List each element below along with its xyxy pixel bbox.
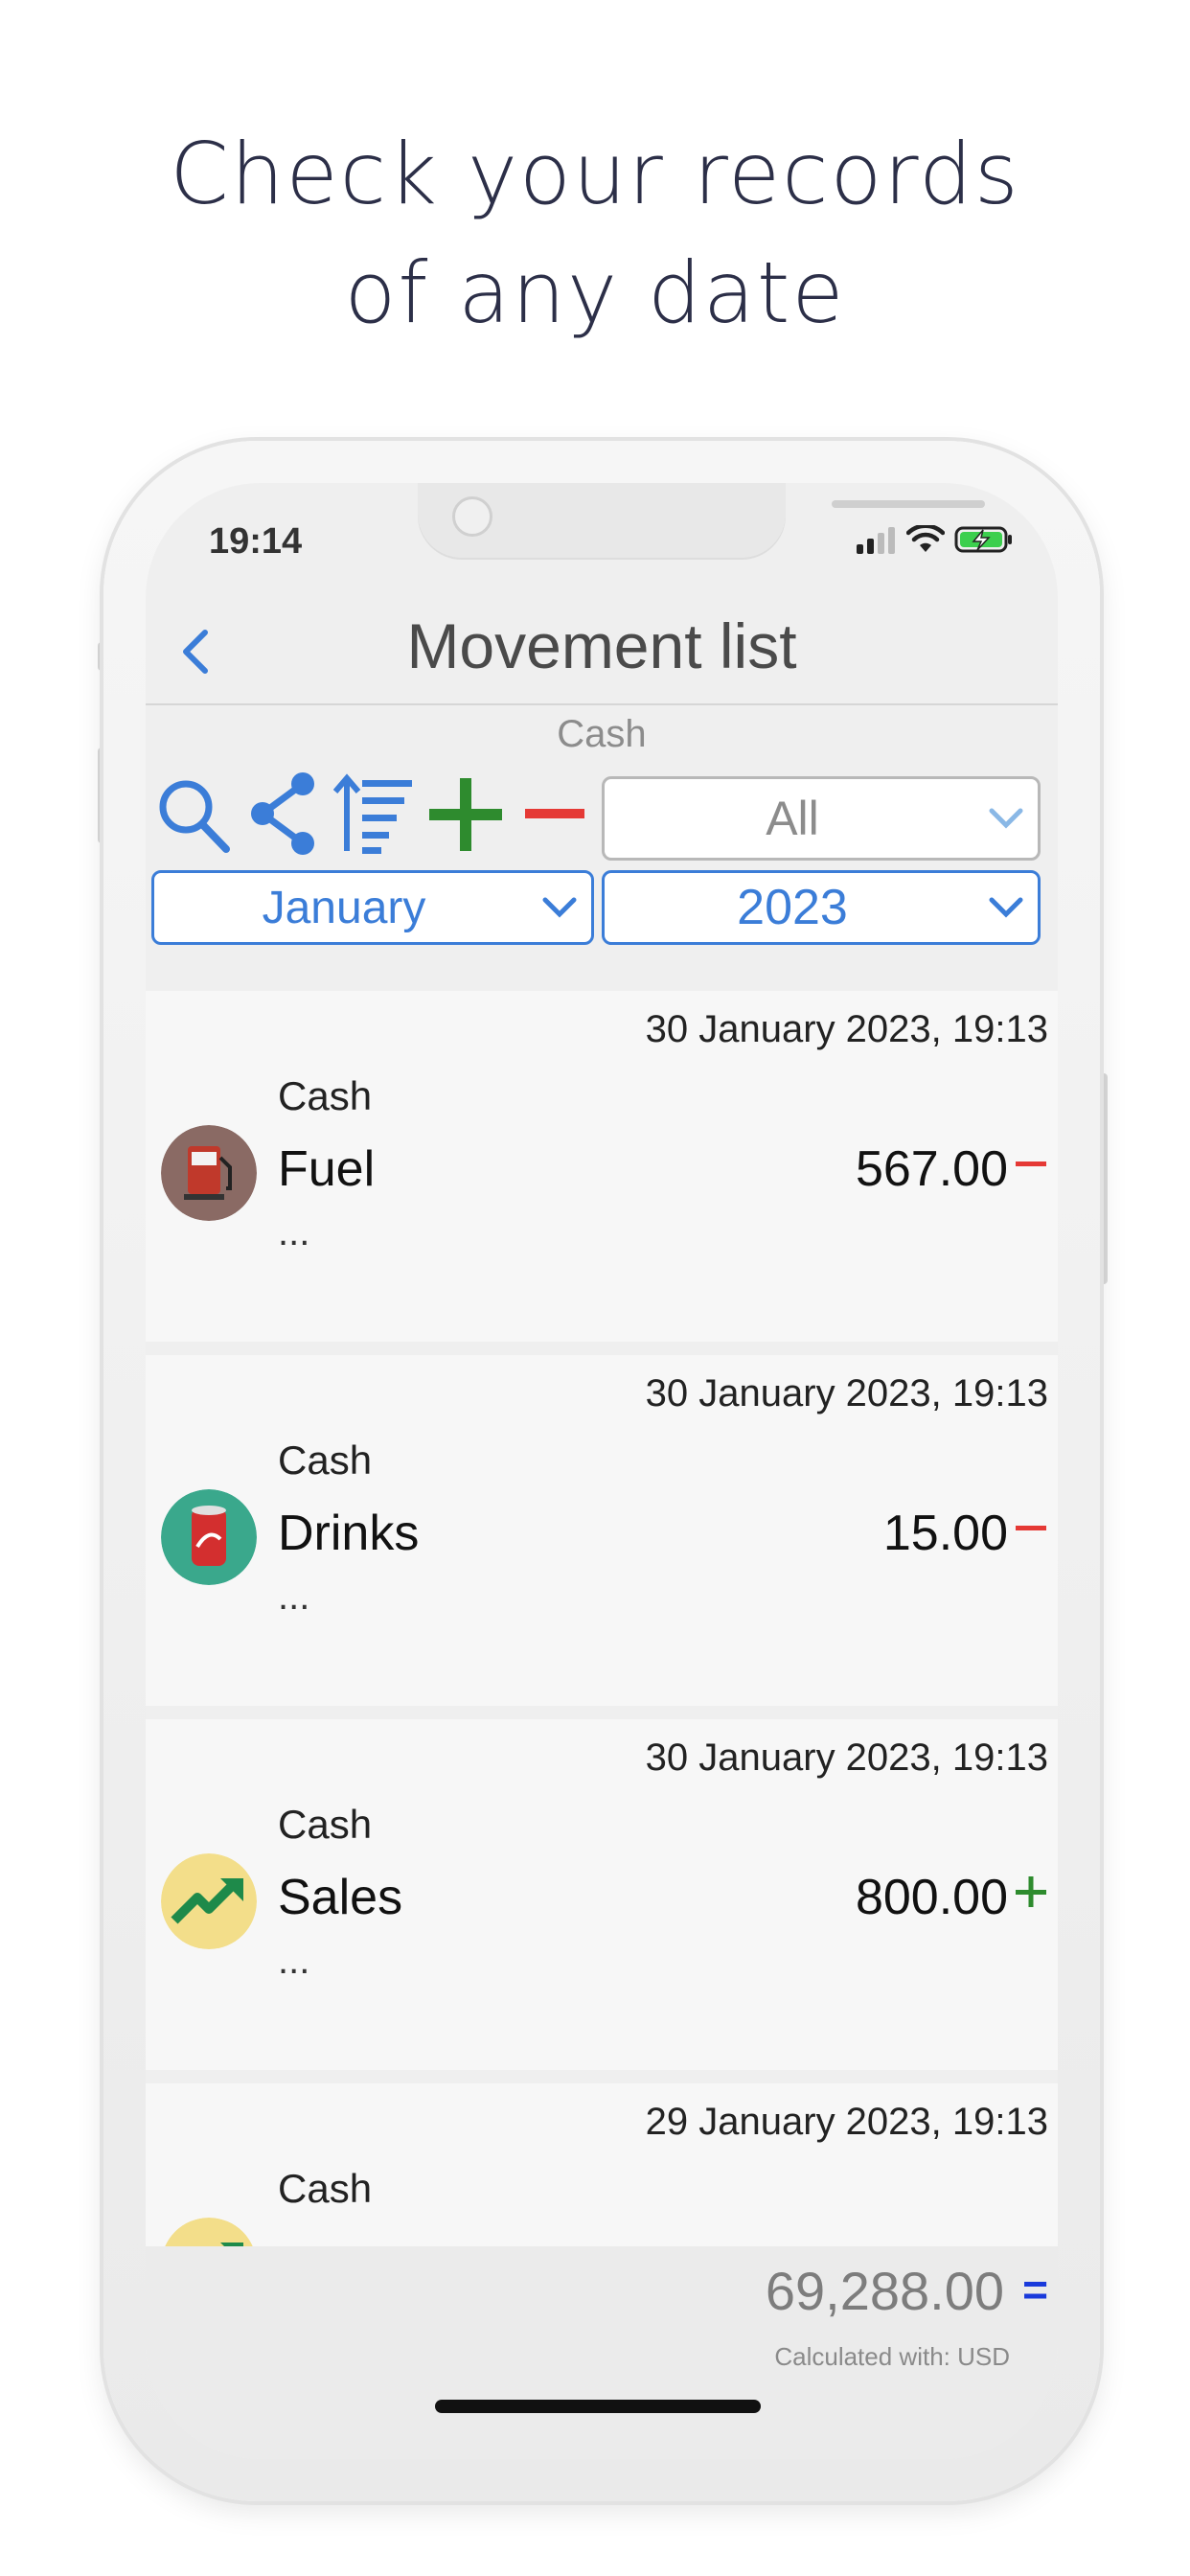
filter-select[interactable]: All xyxy=(602,776,1041,861)
month-select[interactable]: January xyxy=(151,870,594,945)
movement-category: Drinks xyxy=(278,1506,420,1561)
home-indicator[interactable] xyxy=(435,2400,761,2413)
movement-row[interactable]: 30 January 2023, 19:13 Cash Drinks ... 1… xyxy=(146,1355,1058,1706)
filter-select-value: All xyxy=(766,792,819,845)
movement-row[interactable]: 29 January 2023, 19:13 Cash xyxy=(146,2083,1058,2246)
page-title: Movement list xyxy=(406,610,797,681)
phone-frame: 19:14 Movement list Cash All January 202… xyxy=(103,441,1100,2501)
movement-account: Cash xyxy=(278,1073,373,1118)
movement-note: ... xyxy=(278,1576,310,1618)
balance-footer: 69,288.00 = Calculated with: USD xyxy=(146,2246,1058,2459)
headline-line-2: of any date xyxy=(344,243,846,342)
movement-note: ... xyxy=(278,1940,310,1982)
trend-up-icon xyxy=(161,2218,257,2246)
speaker-grille xyxy=(832,500,985,508)
app-screen: 19:14 Movement list Cash All January 202… xyxy=(146,483,1058,2459)
movement-amount: 567.00 xyxy=(855,1141,1008,1197)
movement-date: 30 January 2023, 19:13 xyxy=(645,1372,1048,1414)
year-select-value: 2023 xyxy=(737,880,848,935)
account-label: Cash xyxy=(557,713,647,755)
trend-up-icon xyxy=(161,1853,257,1949)
movement-note: ... xyxy=(278,1211,310,1254)
movement-row[interactable]: 30 January 2023, 19:13 Cash Sales ... 80… xyxy=(146,1719,1058,2070)
balance-total: 69,288.00 xyxy=(765,2261,1004,2321)
status-time: 19:14 xyxy=(209,521,303,562)
navigation-bar: Movement list xyxy=(146,598,1058,705)
search-icon[interactable] xyxy=(155,770,232,857)
battery-charging-icon xyxy=(954,526,1012,553)
chevron-down-icon xyxy=(989,897,1023,918)
plus-icon xyxy=(1016,1876,1046,1907)
movement-account: Cash xyxy=(278,1802,373,1847)
movement-amount: 15.00 xyxy=(882,1506,1008,1561)
minus-icon xyxy=(1016,1162,1046,1166)
chevron-down-icon xyxy=(989,808,1023,829)
movement-account: Cash xyxy=(278,1438,373,1483)
signal-icon xyxy=(857,527,895,554)
status-bar: 19:14 xyxy=(146,521,1058,579)
headline-line-1: Check your records xyxy=(170,125,1020,223)
minus-icon xyxy=(1016,1526,1046,1530)
wifi-icon xyxy=(906,525,945,552)
fuel-pump-icon xyxy=(161,1125,257,1221)
movement-date: 30 January 2023, 19:13 xyxy=(645,1008,1048,1050)
movement-row[interactable]: 30 January 2023, 19:13 Cash Fuel ... 567… xyxy=(146,991,1058,1342)
month-select-value: January xyxy=(262,882,426,933)
movement-list: 30 January 2023, 19:13 Cash Fuel ... 567… xyxy=(146,991,1058,2246)
status-icons xyxy=(855,525,1014,554)
movement-amount: 800.00 xyxy=(855,1870,1008,1925)
device-power-button xyxy=(1100,1073,1108,1284)
chevron-down-icon xyxy=(542,897,577,918)
movement-account: Cash xyxy=(278,2166,373,2211)
year-select[interactable]: 2023 xyxy=(602,870,1041,945)
equals-sign: = xyxy=(1022,2265,1048,2314)
share-icon[interactable] xyxy=(245,770,322,857)
movement-date: 30 January 2023, 19:13 xyxy=(645,1736,1048,1779)
sort-icon[interactable] xyxy=(333,770,416,857)
movement-category: Sales xyxy=(278,1870,403,1925)
subtract-icon[interactable] xyxy=(523,770,586,857)
add-icon[interactable] xyxy=(425,770,506,857)
movement-category: Fuel xyxy=(278,1141,376,1197)
calculated-with-label: Calculated with: USD xyxy=(774,2342,1010,2371)
soda-can-icon xyxy=(161,1489,257,1585)
movement-date: 29 January 2023, 19:13 xyxy=(645,2101,1048,2143)
headline: Check your records of any date xyxy=(0,115,1190,353)
